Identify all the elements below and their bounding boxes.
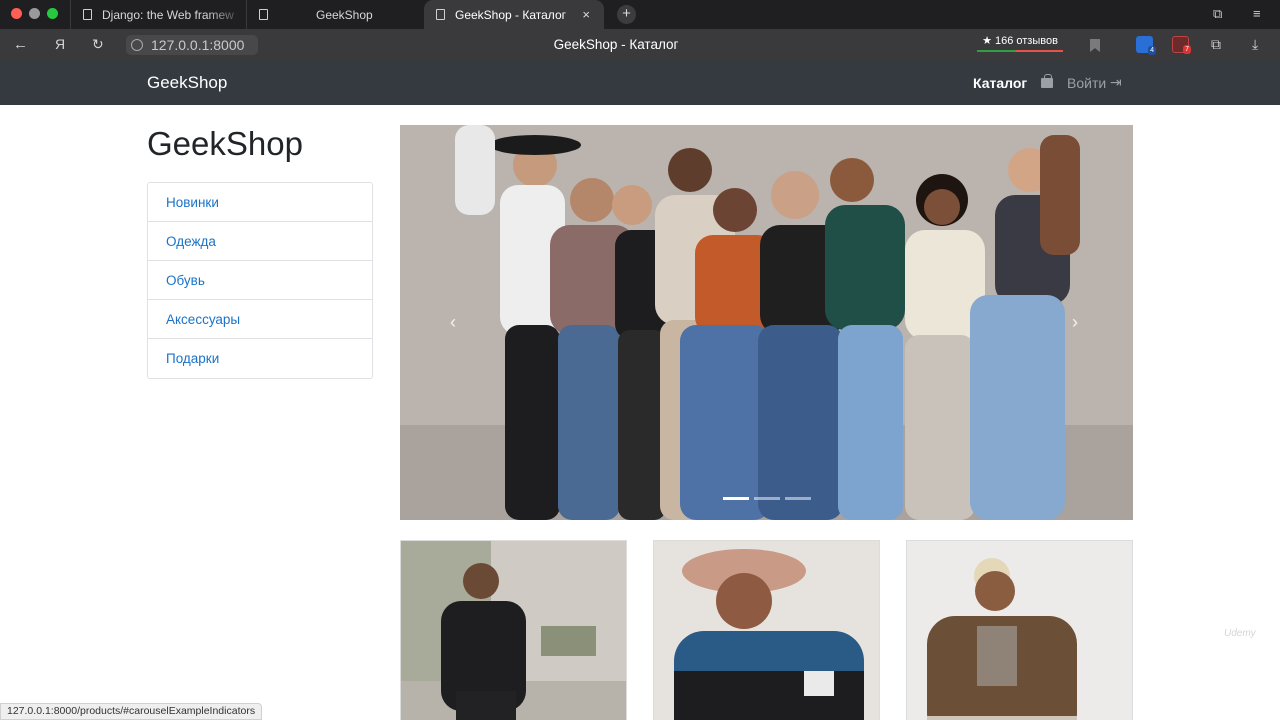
sign-in-icon[interactable]: ⇥ bbox=[1110, 74, 1122, 91]
extension-red-icon[interactable]: 7 bbox=[1172, 36, 1191, 54]
category-item-gifts[interactable]: Подарки bbox=[148, 339, 372, 378]
collections-icon[interactable]: ⧉ bbox=[1211, 36, 1221, 53]
tab-sync-icon[interactable]: ⧉ bbox=[1213, 6, 1222, 22]
tab-fade bbox=[206, 0, 246, 29]
page-title: GeekShop bbox=[147, 125, 303, 162]
carousel-indicator[interactable] bbox=[723, 497, 749, 500]
group-photo-image bbox=[400, 125, 1133, 520]
hero-carousel[interactable]: ‹ › bbox=[400, 125, 1133, 520]
site-navbar: GeekShop Каталог Войти ⇥ bbox=[0, 61, 1280, 105]
product-card[interactable] bbox=[653, 540, 880, 720]
nav-login-link[interactable]: Войти bbox=[1067, 75, 1106, 91]
link-status-bar: 127.0.0.1:8000/products/#carouselExample… bbox=[0, 703, 263, 720]
carousel-indicator[interactable] bbox=[785, 497, 811, 500]
nav-catalog-link[interactable]: Каталог bbox=[973, 75, 1027, 91]
browser-tab-strip: Django: the Web framew GeekShop GeekShop… bbox=[0, 0, 1280, 29]
menu-icon[interactable]: ≡ bbox=[1253, 6, 1261, 21]
document-icon bbox=[259, 9, 268, 20]
reviews-rating-bar bbox=[977, 50, 1063, 52]
category-item-accessories[interactable]: Аксессуары bbox=[148, 300, 372, 339]
tab-geekshop-catalog-active[interactable]: GeekShop - Каталог × bbox=[424, 0, 604, 29]
window-controls bbox=[11, 8, 58, 19]
carousel-next-icon[interactable]: › bbox=[1072, 312, 1078, 333]
navbar-brand[interactable]: GeekShop bbox=[147, 73, 227, 93]
browser-address-bar: ← Я ↻ 127.0.0.1:8000 GeekShop - Каталог … bbox=[0, 29, 1280, 61]
reviews-label: ★ 166 отзывов bbox=[982, 35, 1058, 47]
category-item-clothing[interactable]: Одежда bbox=[148, 222, 372, 261]
product-image bbox=[907, 541, 1132, 720]
carousel-prev-icon[interactable]: ‹ bbox=[450, 312, 456, 333]
shopping-bag-icon[interactable] bbox=[1041, 74, 1053, 88]
category-item-new[interactable]: Новинки bbox=[148, 183, 372, 222]
extension-badge: 7 bbox=[1183, 45, 1191, 54]
maximize-window-button[interactable] bbox=[47, 8, 58, 19]
carousel-indicators bbox=[723, 497, 811, 500]
new-tab-button[interactable]: + bbox=[617, 5, 636, 24]
reviews-badge[interactable]: ★ 166 отзывов bbox=[977, 34, 1063, 54]
product-image bbox=[654, 541, 879, 720]
category-list: Новинки Одежда Обувь Аксессуары Подарки bbox=[147, 182, 373, 379]
category-item-shoes[interactable]: Обувь bbox=[148, 261, 372, 300]
tab-label: GeekShop - Каталог bbox=[455, 7, 566, 22]
tab-geekshop[interactable]: GeekShop bbox=[246, 0, 422, 29]
document-icon bbox=[436, 9, 445, 20]
tab-django[interactable]: Django: the Web framew bbox=[70, 0, 246, 29]
minimize-window-button[interactable] bbox=[29, 8, 40, 19]
product-card[interactable] bbox=[906, 540, 1133, 720]
close-tab-icon[interactable]: × bbox=[582, 7, 590, 22]
document-icon bbox=[83, 9, 92, 20]
extension-badge: 4 bbox=[1148, 46, 1156, 55]
tab-label: GeekShop bbox=[316, 7, 373, 22]
download-icon[interactable]: ⤓ bbox=[1252, 36, 1258, 53]
udemy-watermark: Udemy bbox=[1224, 628, 1256, 639]
close-window-button[interactable] bbox=[11, 8, 22, 19]
carousel-indicator[interactable] bbox=[754, 497, 780, 500]
product-image bbox=[401, 541, 626, 720]
product-card[interactable] bbox=[400, 540, 627, 720]
extension-blue-icon[interactable]: 4 bbox=[1136, 36, 1156, 55]
